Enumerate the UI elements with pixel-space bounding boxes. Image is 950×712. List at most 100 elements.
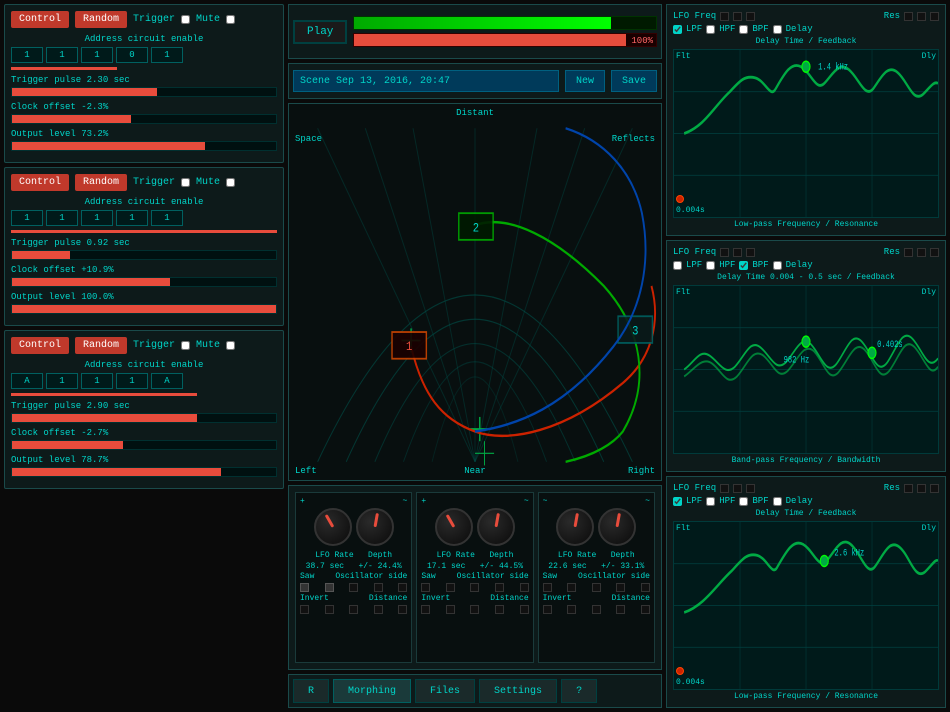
lfo-freq-cb-3a[interactable] [720,484,729,493]
res-cb-2b[interactable] [917,248,926,257]
addr-input-1-1[interactable] [46,47,78,63]
lfo-freq-cb-2c[interactable] [746,248,755,257]
delay-cb-2[interactable] [773,261,782,270]
dist-cb-3b[interactable] [616,605,625,614]
trigger-checkbox-2[interactable] [181,178,190,187]
saw-cb-3a[interactable] [543,583,552,592]
osc-cb-2a[interactable] [470,583,479,592]
res-cb-1a[interactable] [904,12,913,21]
addr-input-1-0[interactable] [11,47,43,63]
files-button[interactable]: Files [415,679,475,703]
invert-cb-2a[interactable] [421,605,430,614]
osc-cb-3c[interactable] [641,583,650,592]
invert-cb-3a[interactable] [543,605,552,614]
lfo-depth-knob-1[interactable] [356,508,394,546]
osc-cb-2b[interactable] [495,583,504,592]
addr-input-3-0[interactable] [11,373,43,389]
lfo-freq-cb-2a[interactable] [720,248,729,257]
lfo-depth-knob-2[interactable] [477,508,515,546]
lfo-rate-knob-1[interactable] [314,508,352,546]
saw-checkbox-1[interactable] [300,583,309,592]
res-cb-3b[interactable] [917,484,926,493]
addr-input-2-4[interactable] [151,210,183,226]
invert-cb-1b[interactable] [325,605,334,614]
res-cb-1b[interactable] [917,12,926,21]
lfo-freq-cb-1a[interactable] [720,12,729,21]
saw-cb-3b[interactable] [567,583,576,592]
osc-checkbox-1c[interactable] [398,583,407,592]
osc-checkbox-1b[interactable] [374,583,383,592]
dist-cb-2c[interactable] [520,605,529,614]
osc-cb-3b[interactable] [616,583,625,592]
lpf-cb-2[interactable] [673,261,682,270]
dist-cb-1a[interactable] [349,605,358,614]
control-button-2[interactable]: Control [11,174,69,191]
addr-input-3-4[interactable] [151,373,183,389]
saw-cb-2a[interactable] [421,583,430,592]
addr-input-1-2[interactable] [81,47,113,63]
dist-cb-3a[interactable] [592,605,601,614]
delay-cb-1[interactable] [773,25,782,34]
control-button-1[interactable]: Control [11,11,69,28]
addr-input-1-3[interactable] [116,47,148,63]
lpf-cb-1[interactable] [673,25,682,34]
res-cb-1c[interactable] [930,12,939,21]
control-button-3[interactable]: Control [11,337,69,354]
dist-cb-3c[interactable] [641,605,650,614]
addr-input-2-0[interactable] [11,210,43,226]
lfo-freq-cb-1b[interactable] [733,12,742,21]
addr-input-2-3[interactable] [116,210,148,226]
trigger-checkbox-3[interactable] [181,341,190,350]
dist-cb-1c[interactable] [398,605,407,614]
random-button-1[interactable]: Random [75,11,127,28]
trigger-checkbox-1[interactable] [181,15,190,24]
invert-cb-2b[interactable] [446,605,455,614]
addr-input-1-4[interactable] [151,47,183,63]
lfo-freq-cb-3c[interactable] [746,484,755,493]
save-button[interactable]: Save [611,70,657,92]
res-cb-3c[interactable] [930,484,939,493]
delay-cb-3[interactable] [773,497,782,506]
play-button[interactable]: Play [293,20,347,44]
lfo-rate-knob-3[interactable] [556,508,594,546]
mute-checkbox-1[interactable] [226,15,235,24]
osc-checkbox-1a[interactable] [349,583,358,592]
lfo-depth-knob-3[interactable] [598,508,636,546]
morphing-button[interactable]: Morphing [333,679,411,703]
lfo-freq-cb-3b[interactable] [733,484,742,493]
res-cb-2a[interactable] [904,248,913,257]
hpf-cb-1[interactable] [706,25,715,34]
help-button[interactable]: ? [561,679,597,703]
saw-cb-2b[interactable] [446,583,455,592]
settings-button[interactable]: Settings [479,679,557,703]
new-button[interactable]: New [565,70,605,92]
mute-checkbox-3[interactable] [226,341,235,350]
dist-cb-1b[interactable] [374,605,383,614]
dist-cb-2b[interactable] [495,605,504,614]
saw-checkbox-1b[interactable] [325,583,334,592]
invert-cb-3b[interactable] [567,605,576,614]
addr-input-2-1[interactable] [46,210,78,226]
lpf-cb-3[interactable] [673,497,682,506]
addr-input-3-2[interactable] [81,373,113,389]
bpf-cb-2[interactable] [739,261,748,270]
lfo-freq-cb-2b[interactable] [733,248,742,257]
addr-input-3-1[interactable] [46,373,78,389]
osc-cb-2c[interactable] [520,583,529,592]
lfo-freq-cb-1c[interactable] [746,12,755,21]
osc-cb-3a[interactable] [592,583,601,592]
scene-name-input[interactable] [293,70,559,92]
addr-input-2-2[interactable] [81,210,113,226]
res-cb-2c[interactable] [930,248,939,257]
bpf-cb-1[interactable] [739,25,748,34]
random-button-2[interactable]: Random [75,174,127,191]
res-cb-3a[interactable] [904,484,913,493]
random-button-3[interactable]: Random [75,337,127,354]
addr-input-3-3[interactable] [116,373,148,389]
r-button[interactable]: R [293,679,329,703]
mute-checkbox-2[interactable] [226,178,235,187]
hpf-cb-3[interactable] [706,497,715,506]
bpf-cb-3[interactable] [739,497,748,506]
dist-cb-2a[interactable] [470,605,479,614]
invert-cb-1a[interactable] [300,605,309,614]
